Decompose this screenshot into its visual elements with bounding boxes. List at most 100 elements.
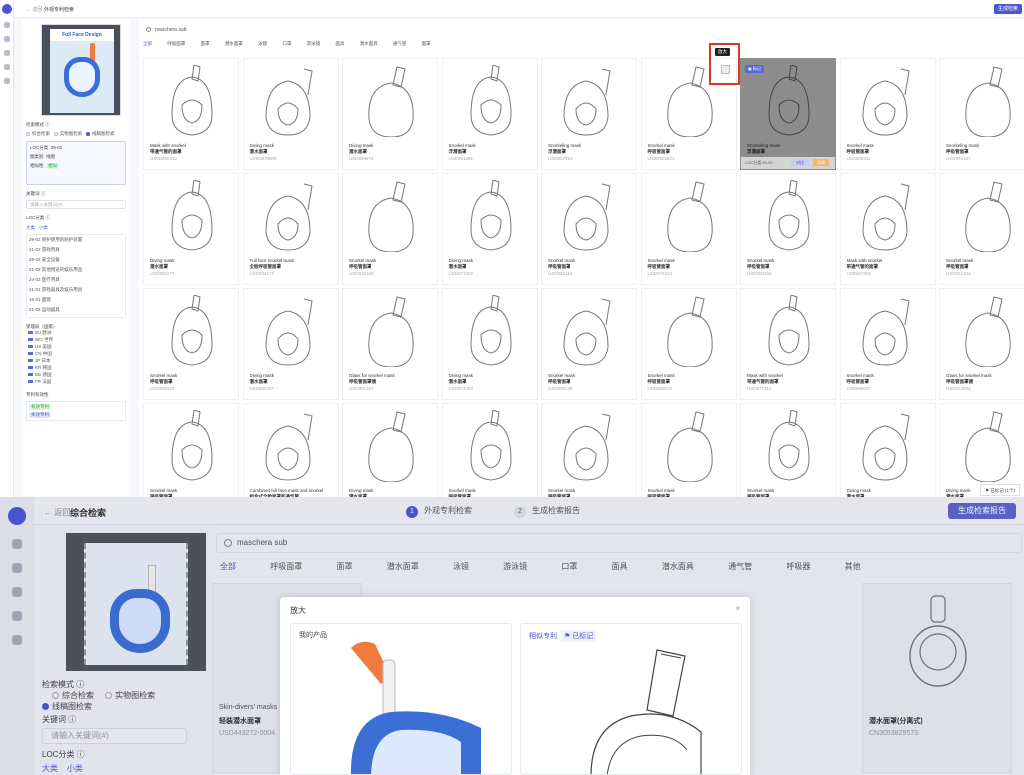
category-tab[interactable]: 面具 — [335, 41, 344, 46]
result-card[interactable]: Snorkel mask 呼吸管面罩 USD916168 — [342, 173, 438, 285]
loc-item[interactable]: 29-02 保护使用的防护装置 — [29, 237, 123, 247]
result-card[interactable]: Diving mask 潜水面罩 US0D879905 — [242, 58, 339, 170]
result-card[interactable]: Diving mask潜水面罩USD866241 — [342, 403, 438, 497]
country-item[interactable]: EU 欧洲 — [28, 330, 130, 337]
country-item[interactable]: KR 韩国 — [28, 365, 130, 372]
back-link[interactable]: ← 返回 — [26, 6, 42, 13]
radio-icon[interactable] — [26, 131, 30, 136]
country-item[interactable]: US 美国 — [28, 344, 130, 351]
category-tab[interactable]: 面罩 — [201, 41, 210, 46]
result-card[interactable]: Snorkel mask 呼吸管面罩 USD921304 — [939, 173, 1024, 285]
marked-flag[interactable]: ⚑ 已标记 — [561, 630, 597, 642]
search-bar[interactable]: maschera sub — [143, 24, 1023, 36]
radio-icon[interactable] — [53, 131, 58, 136]
nav-icon-home[interactable] — [4, 22, 10, 28]
mode-option[interactable]: 实物图检索 — [60, 131, 83, 136]
search-value: maschera sub — [155, 27, 187, 33]
nav-icon-settings[interactable] — [4, 78, 10, 84]
country-item[interactable]: FR 法国 — [28, 379, 130, 386]
category-tab[interactable]: 口罩 — [282, 41, 291, 46]
category-tab[interactable]: 潜水面具 — [360, 41, 378, 46]
result-card[interactable]: Snorkeling mask 呼吸管面罩 USD894167 — [939, 58, 1024, 170]
result-card[interactable]: Glass for snorkel mask 呼吸管面罩镜 USD912884 — [939, 288, 1024, 400]
country-item[interactable]: DE 德国 — [28, 372, 130, 379]
category-tab[interactable]: 游泳镜 — [307, 41, 321, 46]
category-tab[interactable]: 泳镜 — [258, 41, 267, 46]
result-card[interactable]: Diving mask 潜水面罩 — [839, 403, 936, 497]
category-tab[interactable]: 通气管 — [393, 41, 407, 46]
result-card[interactable]: Snorkel mask 呼吸管面罩 — [441, 403, 538, 497]
country-item[interactable]: JP 日本 — [28, 358, 130, 365]
close-icon[interactable]: × — [735, 604, 740, 613]
result-card[interactable]: Diving mask 潜水面罩 USD899574 — [342, 58, 438, 170]
result-card[interactable]: Full face snorkel mask 全脸呼吸管面罩 USD894173 — [242, 173, 339, 285]
result-card[interactable]: Snorkel mask 呼吸管面罩 — [740, 403, 836, 497]
results-panel: maschera sub 全部 呼吸面罩 面罩 潜水面罩 泳镜 口罩 游泳镜 面… — [139, 20, 1024, 497]
radio-selected-icon[interactable] — [86, 131, 91, 136]
result-card[interactable]: Diving mask 潜水面罩 — [939, 403, 1024, 497]
loc-tab-major[interactable]: 大类 — [26, 225, 35, 230]
status-chip[interactable]: 相似 — [46, 163, 60, 169]
result-card[interactable]: Diving mask 潜水面罩 USD871002 — [441, 173, 538, 285]
loc-item[interactable]: 21-02 游戏用具 — [29, 247, 123, 257]
zoom-button-icon[interactable] — [721, 65, 730, 74]
result-card[interactable]: Mask with snorkel 带通气管的面罩 USD887650 — [839, 173, 936, 285]
loc-item[interactable]: 21-01 游戏器具及娱乐用具 — [29, 287, 123, 297]
loc-tab-minor[interactable]: 小类 — [39, 225, 48, 230]
loc-item[interactable]: 16-01 面镜 — [29, 297, 123, 307]
category-tab[interactable]: 潜水面罩 — [225, 41, 243, 46]
app-logo-icon[interactable] — [2, 4, 12, 14]
nav-icon-history[interactable] — [4, 64, 10, 70]
result-card[interactable]: Snorkel mask呼吸管面罩USD893356 — [143, 403, 239, 497]
country-item[interactable]: CN 中国 — [28, 351, 130, 358]
result-card[interactable]: Snorkel mask 呼吸管面罩 USD885519 — [640, 288, 737, 400]
keyword-input[interactable]: 请输入关键词(#) — [26, 200, 126, 209]
search-sidebar: Full Face Design 检索模式 ⓘ 综合检索 实物图检索 线稿图检索… — [22, 20, 130, 496]
result-card[interactable]: Diving mask 潜水面罩 USD874460 — [441, 288, 538, 400]
invalid-chip[interactable]: 失效专利 — [29, 412, 51, 418]
result-card[interactable]: Snorkel mask 呼吸管面罩 — [640, 403, 737, 497]
loc-item[interactable]: 24-02 医疗用具 — [29, 277, 123, 287]
result-cn-name: 浮潜面罩 — [548, 149, 566, 154]
result-card[interactable]: Snorkel mask 呼吸管面罩 USD899037 — [839, 288, 936, 400]
result-name: Snorkel mask — [846, 373, 874, 378]
result-card[interactable]: Snorkel mask 呼吸管面罩 USD898122 — [143, 288, 239, 400]
nav-icon-search[interactable] — [4, 36, 10, 42]
mark-badge[interactable]: ▣ 标记 — [745, 65, 764, 73]
category-tab-all[interactable]: 全部 — [143, 41, 152, 46]
result-card[interactable]: Mask with snorkel 带通气管的面罩 US0D850432 — [143, 58, 239, 170]
marked-button[interactable]: ⚑ 已标记 (1个) — [979, 484, 1020, 496]
mode-option[interactable]: 线稿图检索 — [92, 131, 115, 136]
result-cn-name: 潜水面罩 — [249, 379, 268, 384]
result-card[interactable]: Combined full face mask and snorkel 组合式全脸… — [242, 403, 339, 497]
category-tab[interactable]: 呼吸面罩 — [167, 41, 185, 46]
category-tab[interactable]: 面罩 — [422, 41, 431, 46]
result-name: Snorkel mask — [747, 258, 775, 263]
result-card[interactable]: Snorkel mask 浮潜面罩 USD891591 — [441, 58, 538, 170]
mode-option[interactable]: 综合检索 — [32, 131, 50, 136]
mask-line-drawing-icon — [563, 183, 611, 251]
result-card[interactable]: Snorkel mask 呼吸管面罩 USD906211 — [839, 58, 936, 170]
result-card[interactable]: Snorkel mask 呼吸管面罩 USD909136 — [541, 288, 637, 400]
result-card[interactable]: Snorkel mask 呼吸管面罩 — [541, 403, 637, 497]
query-image[interactable]: Full Face Design — [41, 24, 121, 116]
generate-button[interactable]: 生成检索 — [993, 4, 1022, 14]
result-card[interactable]: Snorkel mask 呼吸管面罩 USD903491 — [740, 173, 836, 285]
detail-button[interactable]: 详情 — [813, 159, 829, 166]
result-name: Snorkel mask — [548, 373, 576, 378]
loc-item[interactable]: 21-02 其他用途的娱乐用品 — [29, 267, 123, 277]
valid-chip[interactable]: 有效专利 — [29, 404, 51, 410]
result-card[interactable]: Diving mask 潜水面罩 USD863407 — [242, 288, 339, 400]
result-card[interactable]: Diving mask 潜水面罩 USD865277 — [143, 173, 239, 285]
result-card[interactable]: Glass for snorkel mask 呼吸管面罩镜 USD901257 — [342, 288, 438, 400]
result-card[interactable]: Snorkel mask 呼吸管面罩 USD882116 — [541, 173, 637, 285]
nav-icon-report[interactable] — [4, 50, 10, 56]
result-card[interactable]: Snorkeling mask 浮潜面罩 USD857553 — [541, 58, 637, 170]
result-card[interactable]: Snorkeling mask 浮潜面罩 ▣ 标记 LOC分类:29-02 对比 详情 — [740, 58, 836, 170]
result-card[interactable]: Snorkel mask 呼吸管面罩 USD875234 — [640, 173, 737, 285]
result-card[interactable]: Mask with snorkel 带通气管的面罩 USD877312 — [740, 288, 836, 400]
compare-button[interactable]: 对比 — [791, 159, 809, 166]
loc-item[interactable]: 21-02 运动器具 — [29, 307, 123, 317]
loc-item[interactable]: 29-02 安全设备 — [29, 257, 123, 267]
country-item[interactable]: WO 世界 — [28, 337, 130, 344]
